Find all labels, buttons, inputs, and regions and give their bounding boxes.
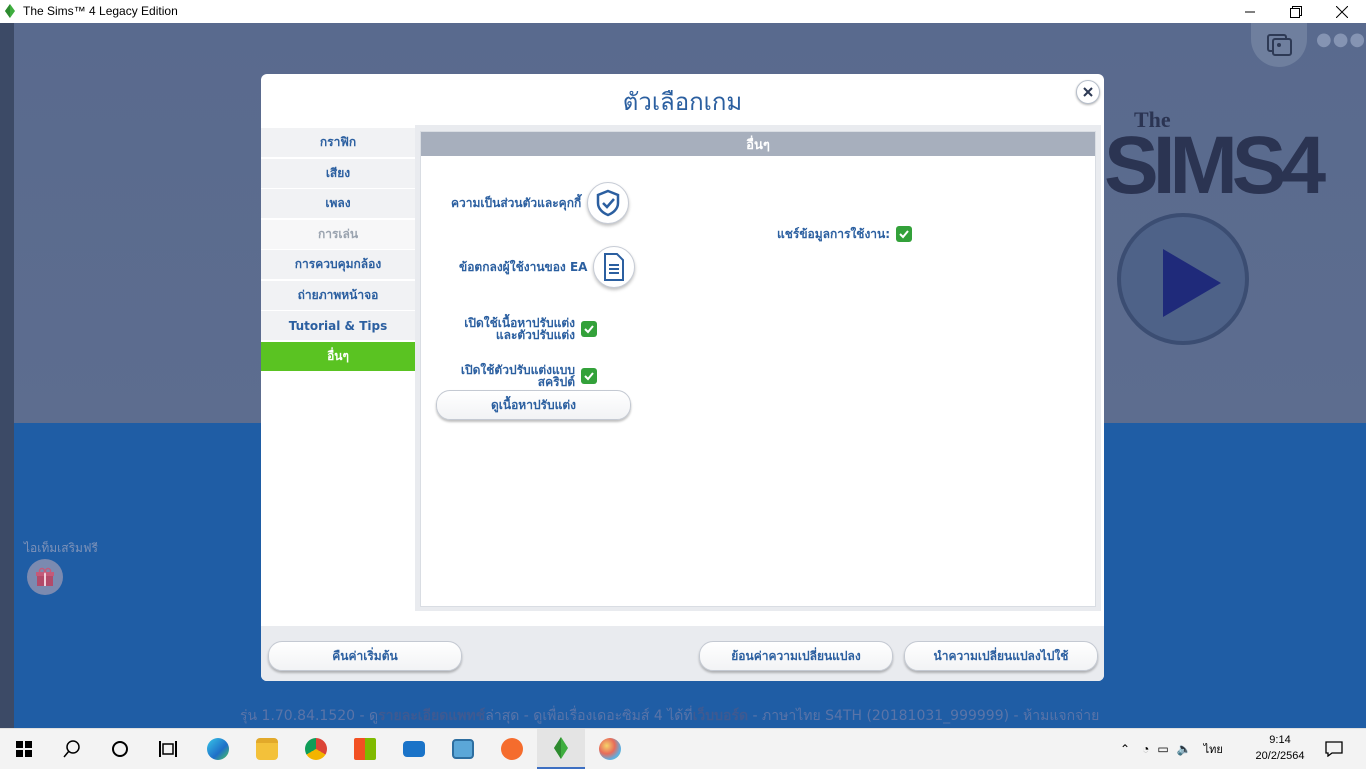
minimize-icon — [1245, 11, 1255, 12]
close-icon — [1336, 5, 1348, 18]
sims4-logo: The SIMS4 — [1104, 107, 1326, 211]
panel-header: อื่นๆ — [421, 132, 1095, 156]
dialog-footer: คืนค่าเริ่มต้น ย้อนค่าความเปลี่ยนแปลง นำ… — [261, 626, 1104, 681]
control-panel-icon — [452, 739, 474, 759]
taskbar-store[interactable] — [341, 729, 389, 769]
taskbar-origin[interactable] — [488, 729, 536, 769]
gallery-icon — [1267, 34, 1292, 56]
taskbar-chrome[interactable] — [292, 729, 340, 769]
windows-logo-icon — [16, 741, 32, 757]
sidebar-item-graphics[interactable]: กราฟิก — [261, 128, 415, 158]
free-items-button[interactable] — [27, 559, 63, 595]
custom-content-label: เปิดใช้เนื้อหาปรับแต่งและตัวปรับแต่ง — [464, 316, 575, 342]
checkmark-icon — [584, 372, 594, 381]
origin-icon — [501, 738, 523, 760]
window-titlebar: The Sims™ 4 Legacy Edition — [0, 0, 1366, 23]
wifi-icon[interactable]: ◔ — [1142, 742, 1149, 756]
options-panel: อื่นๆ ความเป็นส่วนตัวและคุกกี้ ข้อตกลงผู… — [415, 125, 1101, 611]
search-button[interactable] — [48, 729, 96, 769]
user-agreement-label: ข้อตกลงผู้ใช้งานของ EA — [459, 260, 588, 274]
privacy-row: ความเป็นส่วนตัวและคุกกี้ — [451, 182, 630, 224]
free-items-label: ไอเท็มเสริมฟรี — [24, 541, 98, 555]
options-sidebar: กราฟิก เสียง เพลง การเล่น การควบคุมกล้อง… — [261, 128, 415, 372]
shield-check-icon — [596, 189, 620, 217]
clock-time: 9:14 — [1269, 734, 1291, 746]
patch-notes-link[interactable]: รายละเอียดแพทช์ — [378, 708, 485, 724]
close-window-button[interactable] — [1319, 0, 1365, 23]
notification-icon — [1325, 741, 1343, 757]
close-icon — [1083, 87, 1093, 97]
folder-icon — [256, 738, 278, 760]
edge-icon — [207, 738, 229, 760]
store-icon — [354, 738, 376, 760]
taskbar-mail[interactable] — [390, 729, 438, 769]
sims-plumbob-icon — [554, 737, 568, 759]
sidebar-item-camera-controls[interactable]: การควบคุมกล้อง — [261, 250, 415, 280]
sidebar-item-screenshots[interactable]: ถ่ายภาพหน้าจอ — [261, 280, 415, 311]
sidebar-item-other[interactable]: อื่นๆ — [261, 341, 415, 372]
share-usage-label: แชร์ข้อมูลการใช้งาน: — [777, 227, 891, 241]
privacy-button[interactable] — [587, 182, 630, 224]
windows-taskbar: ⌃ ◔ ▭ 🔈 ไทย 9:14 20/2/2564 — [0, 728, 1366, 769]
version-info: รุ่น 1.70.84.1520 - ดูรายละเอียดแพทช์ล่า… — [240, 708, 1100, 724]
minimize-button[interactable] — [1227, 0, 1273, 23]
mail-icon — [403, 741, 425, 757]
task-view-icon — [159, 741, 177, 757]
taskbar-control-panel[interactable] — [439, 729, 487, 769]
script-mods-checkbox[interactable] — [581, 368, 597, 384]
user-agreement-row: ข้อตกลงผู้ใช้งานของ EA — [459, 246, 636, 288]
battery-icon[interactable]: ▭ — [1157, 742, 1168, 756]
system-tray: ⌃ ◔ ▭ 🔈 ไทย — [1120, 729, 1223, 769]
volume-icon[interactable]: 🔈 — [1177, 742, 1192, 756]
cortana-button[interactable] — [96, 729, 144, 769]
options-panel-inner: อื่นๆ ความเป็นส่วนตัวและคุกกี้ ข้อตกลงผู… — [420, 131, 1096, 607]
custom-content-checkbox[interactable] — [581, 321, 597, 337]
paint-icon — [599, 738, 621, 760]
taskbar-edge[interactable] — [194, 729, 242, 769]
restore-defaults-button[interactable]: คืนค่าเริ่มต้น — [268, 641, 462, 671]
restore-icon — [1290, 5, 1302, 18]
sidebar-item-music[interactable]: เพลง — [261, 189, 415, 219]
game-options-dialog: ตัวเลือกเกม กราฟิก เสียง เพลง การเล่น กา… — [261, 74, 1104, 681]
share-usage-row: แชร์ข้อมูลการใช้งาน: — [777, 226, 913, 242]
notifications-button[interactable] — [1310, 729, 1358, 769]
forum-link[interactable]: เว็บบอร์ด — [693, 708, 748, 724]
checkmark-icon — [899, 230, 909, 239]
search-icon — [63, 740, 80, 758]
custom-content-row: เปิดใช้เนื้อหาปรับแต่งและตัวปรับแต่ง — [445, 317, 597, 341]
checkmark-icon — [584, 325, 594, 334]
sims-plumbob-icon — [5, 4, 15, 18]
clock-date: 20/2/2564 — [1255, 750, 1305, 762]
play-icon — [1163, 249, 1221, 317]
view-custom-content-button[interactable]: ดูเนื้อหาปรับแต่ง — [436, 390, 631, 420]
gift-icon — [36, 567, 54, 586]
task-view-button[interactable] — [144, 729, 192, 769]
window-title: The Sims™ 4 Legacy Edition — [23, 4, 178, 18]
show-hidden-icons-icon[interactable]: ⌃ — [1120, 742, 1130, 756]
privacy-label: ความเป็นส่วนตัวและคุกกี้ — [451, 196, 582, 210]
cortana-icon — [112, 741, 128, 757]
dialog-close-button[interactable] — [1076, 80, 1100, 104]
sidebar-item-gameplay[interactable]: การเล่น — [261, 219, 415, 250]
revert-changes-button[interactable]: ย้อนค่าความเปลี่ยนแปลง — [699, 641, 893, 671]
language-indicator[interactable]: ไทย — [1204, 740, 1223, 758]
chrome-icon — [305, 738, 327, 760]
more-options-icon[interactable]: ●●● — [1316, 29, 1366, 50]
restore-button[interactable] — [1273, 0, 1319, 23]
play-button[interactable] — [1117, 213, 1249, 345]
script-mods-row: เปิดใช้ตัวปรับแต่งแบบสคริปต์ — [440, 364, 597, 388]
document-icon — [604, 253, 625, 281]
taskbar-file-explorer[interactable] — [243, 729, 291, 769]
share-usage-checkbox[interactable] — [896, 226, 913, 242]
dialog-title: ตัวเลือกเกม — [622, 88, 743, 116]
apply-changes-button[interactable]: นำความเปลี่ยนแปลงไปใช้ — [904, 641, 1098, 671]
taskbar-clock[interactable]: 9:14 20/2/2564 — [1255, 732, 1305, 764]
script-mods-label: เปิดใช้ตัวปรับแต่งแบบสคริปต์ — [460, 363, 575, 389]
taskbar-sims4[interactable] — [537, 729, 585, 769]
user-agreement-button[interactable] — [593, 246, 636, 288]
start-button[interactable] — [0, 729, 48, 769]
taskbar-paint[interactable] — [586, 729, 634, 769]
sidebar-item-tutorial-tips[interactable]: Tutorial & Tips — [261, 311, 415, 341]
sidebar-item-sound[interactable]: เสียง — [261, 158, 415, 189]
